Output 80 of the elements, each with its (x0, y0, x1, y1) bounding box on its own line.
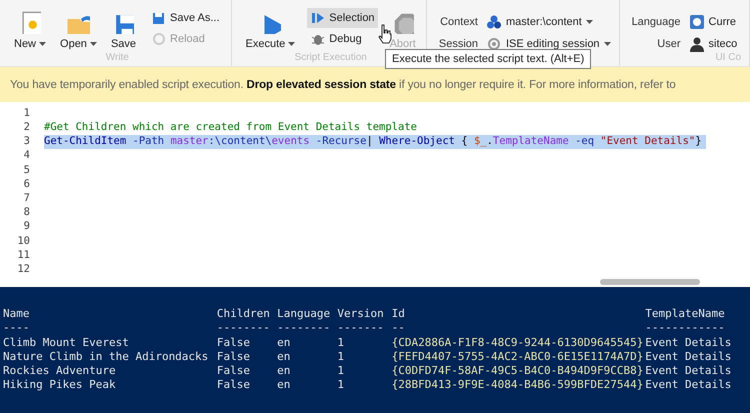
table-cell-text: Hiking Pikes Peak (3, 378, 117, 392)
table-cell-text: 1 (337, 350, 346, 364)
dropdown-button[interactable]: master:\content (486, 14, 611, 30)
column-header: Children (216, 307, 271, 322)
table-cell-text: Nature Climb in the Adirondacks (3, 350, 210, 364)
line-number: 1 (22, 106, 30, 121)
caret-icon (288, 42, 296, 46)
play-selection-icon (310, 10, 326, 26)
table-cell-text: False (216, 336, 252, 350)
table-cell-text: False (216, 378, 252, 392)
table-cell-text: Event Details (645, 378, 732, 392)
table-cell-text: en (277, 364, 292, 378)
table-cell-text: Climb Mount Everest (3, 336, 130, 350)
tooltip: Execute the selected script text. (Alt+E) (385, 49, 592, 69)
table-cell-text: 1 (337, 364, 346, 378)
toolbar-button[interactable]: Open (58, 6, 99, 50)
header-rule: -------- (216, 321, 271, 336)
line-number: 5 (22, 164, 30, 178)
field-label: Context (439, 16, 478, 28)
line-number: 11 (16, 248, 30, 263)
table-cell: {CDA2886A-F1F8-48C9-9244-6130D9645545} (392, 336, 642, 350)
table-cell-text: 1 (337, 336, 346, 350)
scrollbar-thumb[interactable] (600, 279, 700, 286)
line-number: 8 (22, 206, 30, 220)
table-cell-text: en (277, 350, 292, 364)
header-rule: -- (392, 321, 406, 336)
toolbar-button[interactable]: Execute (244, 6, 298, 50)
column-header: Language (277, 307, 332, 322)
table-cell-text: en (277, 378, 292, 392)
line-number: 2 (22, 121, 30, 136)
line-number: 12 (16, 262, 30, 277)
header-rule: ------------ (645, 321, 726, 336)
dropdown-button[interactable]: siteco (688, 36, 738, 52)
caret-icon (39, 42, 46, 46)
group-label: Write (106, 52, 129, 66)
caret-icon (604, 42, 611, 46)
header-rule: -------- (277, 321, 332, 336)
toolbar-button[interactable]: Selection (307, 8, 378, 28)
toolbar-button[interactable]: Save As... (148, 8, 223, 28)
line-number: 6 (22, 178, 30, 192)
field-label: User (656, 38, 681, 50)
table-cell: {FEFD4407-5755-4AC2-ABC0-6E15E1174A7D} (392, 350, 642, 364)
toolbar-button[interactable]: Save (108, 6, 138, 50)
header-rule: ------- (337, 321, 385, 336)
line-number: 3 (22, 135, 30, 150)
column-header: Id (392, 307, 406, 322)
drop-session-link[interactable]: Drop elevated session state (246, 78, 396, 91)
caret-icon (90, 42, 97, 46)
table-cell: {28BFD413-9F9E-4084-B4B6-599BFDE27544} (392, 378, 642, 392)
dropdown-button[interactable]: Curre (688, 14, 738, 30)
table-cell: {C0DFD74F-58AF-49C5-B4C0-B494D9F9CCB8} (392, 364, 642, 378)
user-icon (688, 36, 705, 52)
table-cell-text: Event Details (645, 350, 732, 364)
table-cell-text: en (277, 336, 292, 350)
warning-message: You have temporarily enabled script execution. Drop elevated session state if you no longer require it. For more information, refer to (10, 78, 676, 91)
database-icon (486, 14, 502, 30)
table-cell-text: Event Details (645, 364, 732, 378)
field-label: Language (632, 16, 681, 28)
group-label: UI Co (715, 52, 741, 66)
field-label: Session (438, 38, 478, 50)
table-cell-text: False (216, 350, 252, 364)
line-number: 10 (16, 234, 30, 249)
line-number: 4 (22, 149, 30, 164)
column-header: Name (3, 307, 30, 322)
toolbar-button[interactable]: New (12, 6, 48, 50)
table-cell-text: False (216, 364, 252, 378)
reload-icon (151, 31, 168, 47)
line-number: 9 (22, 220, 30, 234)
caret-icon (586, 20, 593, 24)
table-cell-text: Event Details (645, 336, 732, 350)
dropdown-button[interactable]: ISE editing session (486, 36, 611, 52)
group-label: Script Execution (294, 52, 367, 66)
code-line: #Get Children which are created from Event Details template (44, 121, 418, 136)
table-cell-text: Rockies Adventure (3, 364, 117, 378)
column-header: Version (337, 307, 385, 322)
line-number: 7 (22, 192, 30, 206)
toolbar-button[interactable]: Debug (307, 29, 378, 49)
header-rule: ---- (3, 321, 30, 336)
table-cell-text: 1 (337, 378, 346, 392)
column-header: TemplateName (645, 307, 726, 322)
